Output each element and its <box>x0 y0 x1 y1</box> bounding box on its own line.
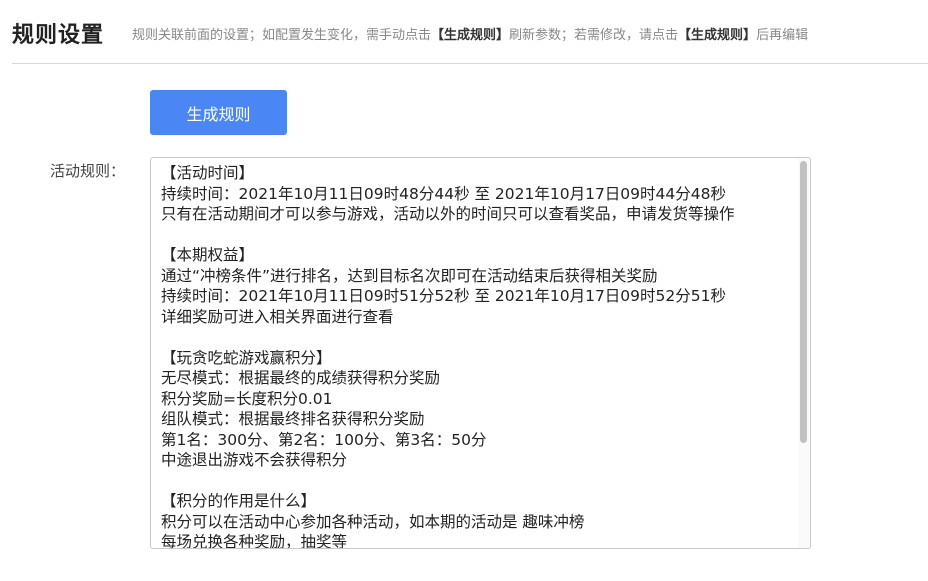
rules-scrollbar[interactable] <box>798 158 810 548</box>
desc-text-2: 刷新参数；若需修改，请点击 <box>509 28 679 43</box>
rules-textarea[interactable]: 【活动时间】 持续时间：2021年10月11日09时48分44秒 至 2021年… <box>150 157 811 549</box>
rules-scrollbar-thumb[interactable] <box>800 161 807 443</box>
rules-text: 【活动时间】 持续时间：2021年10月11日09时48分44秒 至 2021年… <box>161 164 735 549</box>
desc-highlight-1: 【生成规则】 <box>431 28 510 43</box>
page-title: 规则设置 <box>12 23 105 48</box>
generate-rules-button[interactable]: 生成规则 <box>150 90 287 135</box>
page-header: 规则设置 规则关联前面的设置；如配置发生变化，需手动点击【生成规则】刷新参数；若… <box>12 0 928 64</box>
desc-text-3: 后再编辑 <box>756 28 809 43</box>
desc-text-1: 规则关联前面的设置；如配置发生变化，需手动点击 <box>132 28 432 43</box>
rules-settings-page: 规则设置 规则关联前面的设置；如配置发生变化，需手动点击【生成规则】刷新参数；若… <box>0 0 928 581</box>
page-description: 规则关联前面的设置；如配置发生变化，需手动点击【生成规则】刷新参数；若需修改，请… <box>132 24 808 43</box>
rules-label: 活动规则： <box>50 162 126 180</box>
desc-highlight-2: 【生成规则】 <box>678 28 757 43</box>
